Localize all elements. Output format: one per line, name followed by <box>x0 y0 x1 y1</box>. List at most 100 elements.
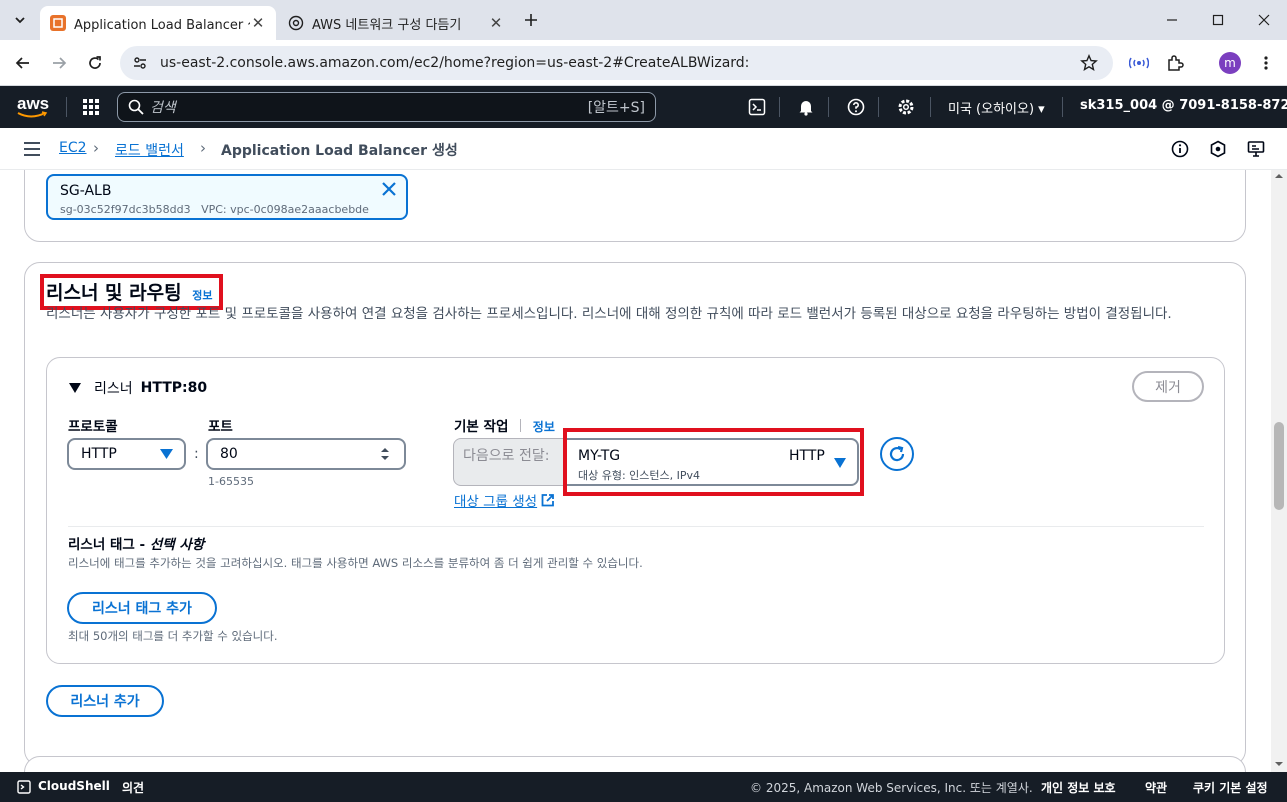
browser-menu-icon[interactable] <box>1254 51 1278 75</box>
close-window-icon[interactable] <box>1242 8 1286 32</box>
protocol-select[interactable]: HTTP <box>67 438 186 470</box>
main-content: SG-ALB sg-03c52f97dc3b58dd3 VPC: vpc-0c0… <box>0 170 1271 772</box>
new-tab-icon[interactable] <box>519 8 543 32</box>
bookmark-star-icon[interactable] <box>1080 54 1098 72</box>
reload-icon[interactable] <box>83 51 107 75</box>
address-bar[interactable]: us-east-2.console.aws.amazon.com/ec2/hom… <box>120 46 1113 80</box>
breadcrumb-bar: EC2 › 로드 밸런서 › Application Load Balancer… <box>0 128 1287 170</box>
tab-create-alb[interactable]: Application Load Balancer 생성 ✕ <box>40 6 276 40</box>
tab-title: AWS 네트워크 구성 다듬기 <box>312 17 462 33</box>
profile-avatar[interactable]: m <box>1219 52 1241 74</box>
header-divider <box>66 97 67 117</box>
aws-logo[interactable]: aws <box>17 95 49 119</box>
search-placeholder: 검색 <box>150 100 176 116</box>
aws-console-header: aws 검색 [알트+S] 미국 (오하이오) ▾ sk315_004 @ 70… <box>0 86 1287 128</box>
port-hint: 1-65535 <box>208 475 254 488</box>
header-divider <box>828 97 829 117</box>
hamburger-menu-icon[interactable] <box>20 137 44 161</box>
default-action-info-link[interactable]: 정보 <box>533 420 555 434</box>
security-group-meta: sg-03c52f97dc3b58dd3 VPC: vpc-0c098ae2aa… <box>60 203 369 216</box>
url-text: us-east-2.console.aws.amazon.com/ec2/hom… <box>160 55 750 71</box>
info-panel-icon[interactable] <box>1168 137 1192 161</box>
highlight-box-target-group <box>563 428 864 496</box>
scroll-up-icon[interactable] <box>1271 170 1287 182</box>
maximize-icon[interactable] <box>1196 8 1240 32</box>
security-hub-icon[interactable] <box>1206 137 1230 161</box>
breadcrumb-load-balancers[interactable]: 로드 밸런서 <box>115 140 184 160</box>
close-tab-icon[interactable]: ✕ <box>250 14 266 32</box>
extensions-puzzle-icon[interactable] <box>1163 51 1187 75</box>
cloudshell-link[interactable]: CloudShell <box>38 779 110 793</box>
cookie-preferences-link[interactable]: 쿠키 기본 설정 <box>1193 779 1268 796</box>
next-section-card <box>24 756 1246 772</box>
aws-search-input[interactable]: 검색 [알트+S] <box>117 92 656 122</box>
create-target-group-link[interactable]: 대상 그룹 생성 <box>454 490 555 510</box>
forward-to-addon: 다음으로 전달: <box>453 438 565 486</box>
console-footer: CloudShell 의견 © 2025, Amazon Web Service… <box>0 772 1287 802</box>
external-link-icon <box>541 493 555 507</box>
add-listener-tag-button[interactable]: 리스너 태그 추가 <box>67 592 217 624</box>
feedback-link[interactable]: 의견 <box>122 779 144 796</box>
protocol-label: 프로토콜 <box>68 419 118 435</box>
listener-container <box>46 357 1225 664</box>
terms-link[interactable]: 약관 <box>1145 779 1167 796</box>
security-group-token: SG-ALB sg-03c52f97dc3b58dd3 VPC: vpc-0c0… <box>46 174 408 220</box>
remove-listener-button[interactable]: 제거 <box>1132 371 1204 402</box>
breadcrumb-current: Application Load Balancer 생성 <box>221 143 458 159</box>
region-selector[interactable]: 미국 (오하이오) ▾ <box>948 98 1045 117</box>
add-listener-button[interactable]: 리스너 추가 <box>46 685 164 717</box>
header-divider <box>878 97 879 117</box>
security-group-name: SG-ALB <box>60 183 112 199</box>
tag-limit-text: 최대 50개의 태그를 더 추가할 수 있습니다. <box>68 629 278 643</box>
port-value: 80 <box>220 446 238 462</box>
forward-to-label: 다음으로 전달: <box>463 448 550 464</box>
copyright-text: © 2025, Amazon Web Services, Inc. 또는 계열사… <box>750 781 1033 795</box>
settings-gear-icon[interactable] <box>895 96 917 118</box>
header-divider <box>930 97 931 117</box>
breadcrumb-separator: › <box>93 139 99 157</box>
back-icon[interactable] <box>11 51 35 75</box>
listeners-description: 리스너는 사용자가 구성한 포트 및 프로토콜을 사용하여 연결 요청을 검사하… <box>46 306 1172 322</box>
listener-prefix: 리스너 <box>94 381 133 397</box>
extension-radio-icon[interactable] <box>1127 51 1151 75</box>
remove-security-group-icon[interactable] <box>382 182 396 196</box>
minimize-icon[interactable] <box>1150 8 1194 32</box>
account-menu[interactable]: sk315_004 @ 7091-8158-8723 ▾ <box>1080 98 1287 113</box>
tab-title: Application Load Balancer 생성 <box>74 17 250 33</box>
services-grid-icon[interactable] <box>80 96 102 118</box>
caret-down-icon <box>68 382 82 394</box>
scrollbar-thumb[interactable] <box>1274 422 1284 510</box>
refresh-target-groups-button[interactable] <box>880 437 914 471</box>
search-icon <box>128 99 144 115</box>
help-icon[interactable] <box>845 96 867 118</box>
protocol-port-colon: : <box>194 446 199 462</box>
tab-search-icon[interactable] <box>8 8 32 32</box>
scroll-down-icon[interactable] <box>1271 758 1287 770</box>
page-scrollbar[interactable] <box>1271 170 1287 772</box>
header-divider <box>779 97 780 117</box>
listener-divider <box>68 526 1204 527</box>
privacy-link[interactable]: 개인 정보 보호 <box>1041 779 1116 796</box>
listener-header[interactable]: 리스너 HTTP:80 <box>68 378 207 398</box>
refresh-icon <box>888 445 906 463</box>
listener-tags-description: 리스너에 태그를 추가하는 것을 고려하십시오. 태그를 사용하면 AWS 리소… <box>68 556 643 570</box>
close-tab-icon[interactable]: ✕ <box>488 14 504 32</box>
openai-favicon-icon <box>288 15 304 31</box>
feedback-screen-icon[interactable] <box>1244 137 1268 161</box>
tab-chatgpt[interactable]: AWS 네트워크 구성 다듬기 ✕ <box>278 6 514 40</box>
cloudshell-icon[interactable] <box>746 96 768 118</box>
listener-tags-title: 리스너 태그 - 선택 사항 <box>68 537 205 553</box>
port-label: 포트 <box>208 419 233 435</box>
breadcrumb-ec2[interactable]: EC2 <box>59 140 87 156</box>
aws-favicon-icon <box>50 15 66 31</box>
header-divider <box>1062 97 1063 117</box>
spinner-icon[interactable] <box>380 447 390 461</box>
search-shortcut: [알트+S] <box>587 100 645 116</box>
browser-tab-bar: Application Load Balancer 생성 ✕ AWS 네트워크 … <box>0 0 1287 40</box>
port-input[interactable]: 80 <box>206 438 406 470</box>
site-settings-icon[interactable] <box>132 55 148 71</box>
forward-icon[interactable] <box>47 51 71 75</box>
notifications-bell-icon[interactable] <box>795 96 817 118</box>
browser-toolbar: us-east-2.console.aws.amazon.com/ec2/hom… <box>0 40 1287 86</box>
caret-down-icon <box>160 449 173 459</box>
